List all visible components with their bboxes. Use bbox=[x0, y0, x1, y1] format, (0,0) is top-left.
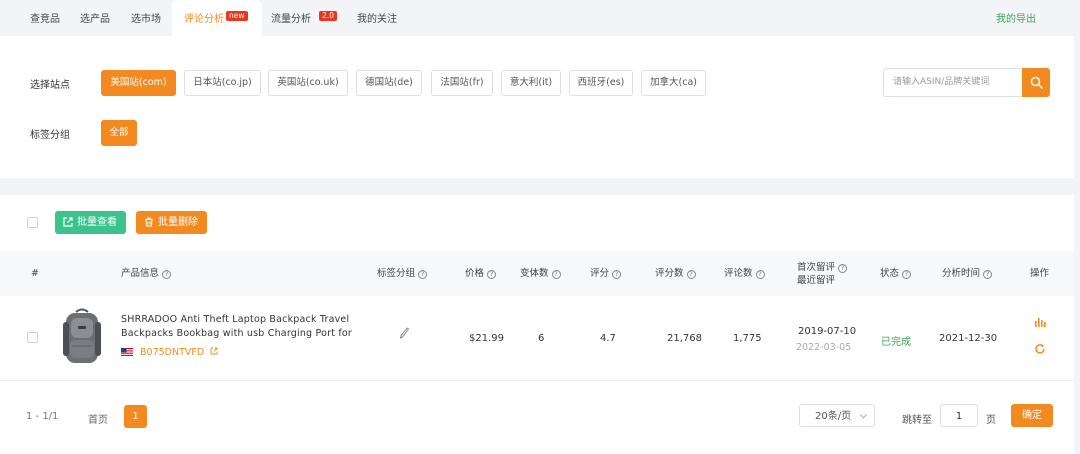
page-size-select[interactable]: 20条/页 bbox=[799, 404, 875, 427]
table-panel: 批量查看 批量删除 # 产品信息? 标签分组? 价格? 变体数? 评分? 评分数… bbox=[0, 195, 1074, 454]
help-icon[interactable]: ? bbox=[551, 270, 561, 279]
site-uk-button[interactable]: 英国站(co.uk) bbox=[268, 70, 348, 96]
header-product: 产品信息? bbox=[121, 251, 172, 296]
batch-view-label: 批量查看 bbox=[77, 217, 117, 228]
tab-my-follow[interactable]: 我的关注 bbox=[357, 0, 397, 36]
header-analysis-time-label: 分析时间 bbox=[942, 268, 981, 279]
site-fr-button[interactable]: 法国站(fr) bbox=[431, 70, 493, 96]
help-icon[interactable]: ? bbox=[612, 270, 622, 279]
site-de-button[interactable]: 德国站(de) bbox=[356, 70, 422, 96]
header-tag: 标签分组? bbox=[377, 251, 428, 296]
header-rating-count: 评分数? bbox=[655, 251, 696, 296]
header-price-label: 价格 bbox=[465, 268, 485, 279]
header-last-review: 最近留评 bbox=[797, 275, 836, 286]
tab-traffic-analysis[interactable]: 流量分析 bbox=[271, 0, 311, 36]
header-rating-count-label: 评分数 bbox=[655, 268, 684, 279]
header-status-label: 状态 bbox=[880, 268, 900, 279]
product-thumbnail[interactable] bbox=[57, 306, 107, 368]
refresh-icon[interactable] bbox=[1034, 343, 1046, 355]
filter-panel: 选择站点 美国站(com) 日本站(co.jp) 英国站(co.uk) 德国站(… bbox=[0, 36, 1074, 178]
help-icon[interactable]: ? bbox=[838, 264, 848, 273]
tab-market[interactable]: 选市场 bbox=[131, 0, 161, 36]
external-link-icon bbox=[210, 347, 218, 355]
header-variants: 变体数? bbox=[520, 251, 561, 296]
tag-all-button[interactable]: 全部 bbox=[101, 120, 137, 146]
jump-confirm-button[interactable]: 确定 bbox=[1011, 404, 1053, 427]
top-nav: 查竞品 选产品 选市场 评论分析 new 流量分析 2.0 我的关注 我的导出 bbox=[0, 0, 1080, 36]
price-value: $21.99 bbox=[469, 333, 504, 344]
help-icon[interactable]: ? bbox=[162, 270, 172, 279]
new-badge: new bbox=[226, 11, 248, 21]
search-input[interactable]: 请输入ASIN/品牌关键词 bbox=[883, 68, 1022, 97]
header-review-count-label: 评论数 bbox=[724, 268, 753, 279]
my-export-link[interactable]: 我的导出 bbox=[996, 0, 1036, 36]
rating-value: 4.7 bbox=[600, 333, 616, 344]
tag-label: 标签分组 bbox=[30, 130, 70, 141]
analysis-time-value: 2021-12-30 bbox=[939, 333, 998, 344]
help-icon[interactable]: ? bbox=[755, 270, 765, 279]
header-index: # bbox=[31, 268, 39, 279]
jump-page-input[interactable]: 1 bbox=[940, 404, 978, 427]
page-unit-label: 页 bbox=[986, 415, 996, 426]
jump-label: 跳转至 bbox=[902, 415, 932, 426]
site-ca-button[interactable]: 加拿大(ca) bbox=[641, 70, 706, 96]
header-ops: 操作 bbox=[1030, 268, 1050, 279]
tab-product[interactable]: 选产品 bbox=[80, 0, 110, 36]
site-es-button[interactable]: 西班牙(es) bbox=[569, 70, 633, 96]
help-icon[interactable]: ? bbox=[983, 270, 993, 279]
us-flag-icon bbox=[121, 348, 133, 356]
page-size-label: 20条/页 bbox=[815, 411, 852, 422]
site-us-button[interactable]: 美国站(com) bbox=[101, 70, 176, 96]
search-button[interactable] bbox=[1022, 68, 1050, 97]
site-jp-button[interactable]: 日本站(co.jp) bbox=[184, 70, 261, 96]
header-tag-label: 标签分组 bbox=[377, 268, 416, 279]
batch-delete-button[interactable]: 批量删除 bbox=[136, 211, 207, 234]
help-icon[interactable]: ? bbox=[487, 270, 497, 279]
product-asin-link[interactable]: B075DNTVFD bbox=[121, 347, 218, 358]
review-count-value: 1,775 bbox=[733, 333, 762, 344]
bar-chart-icon[interactable] bbox=[1034, 317, 1046, 327]
header-price: 价格? bbox=[465, 251, 497, 296]
header-status: 状态? bbox=[880, 251, 912, 296]
site-it-button[interactable]: 意大利(it) bbox=[501, 70, 561, 96]
variants-value: 6 bbox=[538, 333, 545, 344]
header-review-dates: 首次留评? 最近留评 bbox=[797, 251, 848, 296]
header-first-review: 首次留评? bbox=[797, 261, 848, 274]
help-icon[interactable]: ? bbox=[418, 270, 428, 279]
table-header: # 产品信息? 标签分组? 价格? 变体数? 评分? 评分数? 评论数? 首次留… bbox=[0, 251, 1074, 296]
header-variants-label: 变体数 bbox=[520, 268, 549, 279]
chevron-down-icon bbox=[860, 414, 867, 419]
header-rating: 评分? bbox=[590, 251, 622, 296]
header-product-label: 产品信息 bbox=[121, 268, 160, 279]
row-checkbox[interactable] bbox=[27, 332, 38, 343]
header-review-count: 评论数? bbox=[724, 251, 765, 296]
last-review-date: 2022-03-05 bbox=[796, 342, 852, 353]
first-review-date: 2019-07-10 bbox=[798, 326, 857, 337]
page-1-button[interactable]: 1 bbox=[124, 405, 147, 428]
external-link-icon bbox=[63, 217, 73, 227]
tab-competitor[interactable]: 查竞品 bbox=[30, 0, 60, 36]
batch-delete-label: 批量删除 bbox=[158, 217, 198, 228]
trash-icon bbox=[145, 217, 153, 227]
pagination-range: 1 - 1/1 bbox=[26, 411, 59, 422]
help-icon[interactable]: ? bbox=[686, 270, 696, 279]
status-badge: 已完成 bbox=[881, 337, 911, 348]
asin-label: B075DNTVFD bbox=[140, 347, 205, 358]
header-analysis-time: 分析时间? bbox=[942, 251, 993, 296]
select-all-checkbox[interactable] bbox=[27, 217, 38, 228]
rating-count-value: 21,768 bbox=[667, 333, 702, 344]
first-page-button[interactable]: 首页 bbox=[88, 411, 108, 426]
edit-pencil-icon[interactable] bbox=[399, 327, 409, 339]
header-rating-label: 评分 bbox=[590, 268, 610, 279]
site-label: 选择站点 bbox=[30, 80, 70, 91]
tab-review-analysis-label: 评论分析 bbox=[184, 14, 224, 25]
batch-view-button[interactable]: 批量查看 bbox=[55, 211, 126, 234]
header-first-review-label: 首次留评 bbox=[797, 262, 836, 273]
table-row: SHRRADOO Anti Theft Laptop Backpack Trav… bbox=[0, 296, 1074, 381]
tab-review-analysis[interactable]: 评论分析 bbox=[172, 0, 262, 36]
version-badge: 2.0 bbox=[319, 11, 337, 21]
help-icon[interactable]: ? bbox=[902, 270, 912, 279]
search-icon bbox=[1030, 76, 1043, 89]
pagination: 1 - 1/1 首页 1 20条/页 跳转至 1 页 确定 bbox=[0, 395, 1074, 435]
